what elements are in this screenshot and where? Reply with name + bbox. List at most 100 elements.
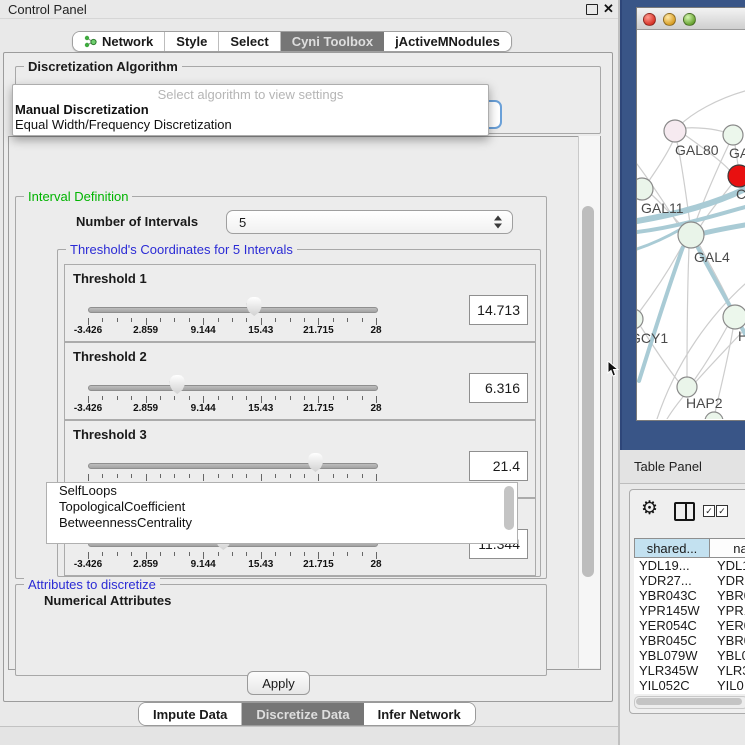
network-edge[interactable] — [647, 141, 673, 184]
slider-tick — [261, 318, 262, 325]
horizontal-scrollbar[interactable] — [634, 696, 745, 709]
slider-tick — [376, 396, 377, 403]
tab-jactivemnodules[interactable]: jActiveMNodules — [384, 32, 511, 51]
slider-tick-label: 2.859 — [133, 559, 158, 570]
tab-infer-network[interactable]: Infer Network — [364, 703, 475, 725]
slider-tick — [261, 396, 262, 403]
attributes-group: Attributes to discretize Numerical Attri… — [15, 584, 547, 676]
network-node-gal80[interactable] — [664, 120, 686, 142]
slider-tick — [333, 396, 334, 400]
zoom-traffic-light-icon[interactable] — [683, 13, 696, 26]
table-row[interactable]: YBL079WYBL0 — [634, 648, 745, 663]
slider-tick — [160, 318, 161, 322]
slider-tick-label: 15.43 — [248, 325, 273, 336]
network-node-gcy1[interactable] — [637, 309, 643, 329]
column-header-name[interactable]: name — [710, 538, 745, 558]
number-of-intervals-label: Number of Intervals — [76, 214, 198, 229]
number-of-intervals-combobox[interactable]: 5 — [226, 210, 513, 234]
slider-tick-label: 2.859 — [133, 325, 158, 336]
slider-tick — [88, 318, 89, 325]
network-node-label: H — [738, 328, 745, 344]
gear-icon[interactable]: ⚙ — [641, 499, 658, 518]
table-row[interactable]: YIL052CYIL0 — [634, 678, 745, 693]
network-edge[interactable] — [640, 246, 682, 311]
table-row[interactable]: YDL19...YDL1 — [634, 558, 745, 573]
network-node-c[interactable] — [728, 165, 745, 187]
slider-tick — [131, 552, 132, 556]
table-row[interactable]: YBR043CYBR0 — [634, 588, 745, 603]
table-row[interactable]: YPR145WYPR1 — [634, 603, 745, 618]
checkbox-icon[interactable]: ✓ — [716, 505, 728, 517]
tab-cyni-toolbox[interactable]: Cyni Toolbox — [281, 32, 384, 51]
network-node-h[interactable] — [723, 305, 745, 329]
slider-tick — [88, 552, 89, 559]
slider-tick — [232, 474, 233, 478]
attribute-list-item[interactable]: BetweennessCentrality — [47, 515, 517, 531]
network-node-ga[interactable] — [723, 125, 743, 145]
slider-thumb[interactable] — [308, 453, 323, 472]
numerical-attributes-list[interactable]: SelfLoopsTopologicalCoefficientBetweenne… — [46, 482, 518, 544]
slider-tick — [290, 474, 291, 478]
attributes-list-scrollbar-thumb[interactable] — [504, 486, 514, 530]
table-cell: YLR3 — [710, 663, 745, 678]
slider-thumb[interactable] — [170, 375, 185, 394]
tab-style[interactable]: Style — [165, 32, 219, 51]
slider-tick — [275, 552, 276, 556]
tab-select[interactable]: Select — [219, 32, 280, 51]
dropdown-item[interactable]: Manual Discretization — [13, 102, 488, 117]
network-edge[interactable] — [685, 128, 724, 132]
network-node-hap2[interactable] — [677, 377, 697, 397]
table-row[interactable]: YLR345WYLR3 — [634, 663, 745, 678]
slider-tick — [189, 474, 190, 478]
tab-network[interactable]: Network — [73, 32, 165, 51]
network-edge[interactable] — [679, 91, 745, 126]
close-icon[interactable]: ✕ — [603, 1, 614, 17]
tab-discretize-data[interactable]: Discretize Data — [242, 703, 363, 725]
threshold-value-field[interactable]: 6.316 — [469, 373, 528, 403]
checkbox-icon[interactable]: ✓ — [703, 505, 715, 517]
slider-tick-label: 9.144 — [191, 403, 216, 414]
slider-tick — [203, 318, 204, 325]
attribute-list-item[interactable]: SelfLoops — [47, 483, 517, 499]
slider-tick — [232, 396, 233, 400]
dropdown-item[interactable]: Equal Width/Frequency Discretization — [13, 117, 488, 132]
slider-track[interactable] — [88, 385, 378, 391]
table-row[interactable]: YBR045CYBR0 — [634, 633, 745, 648]
slider-tick — [218, 318, 219, 322]
network-node[interactable] — [705, 412, 723, 419]
slider-track[interactable] — [88, 463, 378, 469]
network-node-gal11[interactable] — [637, 178, 653, 200]
minimize-traffic-light-icon[interactable] — [663, 13, 676, 26]
table-row[interactable]: YER054CYER0 — [634, 618, 745, 633]
dropdown-prompt: Select algorithm to view settings — [13, 85, 488, 102]
horizontal-scrollbar-thumb[interactable] — [636, 698, 742, 705]
slider-thumb[interactable] — [247, 297, 262, 316]
slider-tick — [318, 474, 319, 481]
panel-title: Control Panel — [8, 2, 87, 17]
network-edge[interactable] — [687, 248, 689, 377]
attribute-list-item[interactable]: TopologicalCoefficient — [47, 499, 517, 515]
table-row[interactable]: YDR27...YDR2 — [634, 573, 745, 588]
network-node-gal4[interactable] — [678, 222, 704, 248]
close-traffic-light-icon[interactable] — [643, 13, 656, 26]
column-header-shared-name[interactable]: shared... — [634, 538, 710, 558]
threshold-value-field[interactable]: 14.713 — [469, 295, 528, 325]
network-window-titlebar[interactable] — [637, 8, 745, 30]
slider-tick — [333, 318, 334, 322]
slider-tick-label: 21.715 — [303, 559, 334, 570]
slider-tick — [203, 474, 204, 481]
slider-tick — [189, 552, 190, 556]
slider-tick — [376, 474, 377, 481]
columns-icon[interactable] — [674, 502, 695, 521]
screen: { "window": { "title": "Control Panel" }… — [0, 0, 745, 745]
vertical-scrollbar-thumb[interactable] — [582, 206, 594, 577]
network-canvas[interactable]: GAL80GACGAL11GAL4GCY1HHAP2 — [637, 29, 745, 419]
tab-impute-data[interactable]: Impute Data — [139, 703, 242, 725]
apply-button[interactable]: Apply — [247, 671, 310, 695]
network-edge-thick[interactable] — [639, 247, 683, 381]
threshold-value-field[interactable]: 21.4 — [469, 451, 528, 481]
float-window-icon[interactable] — [586, 4, 598, 15]
dropdown-items: Manual DiscretizationEqual Width/Frequen… — [13, 102, 488, 132]
slider-tick-label: 15.43 — [248, 403, 273, 414]
slider-track[interactable] — [88, 307, 378, 313]
